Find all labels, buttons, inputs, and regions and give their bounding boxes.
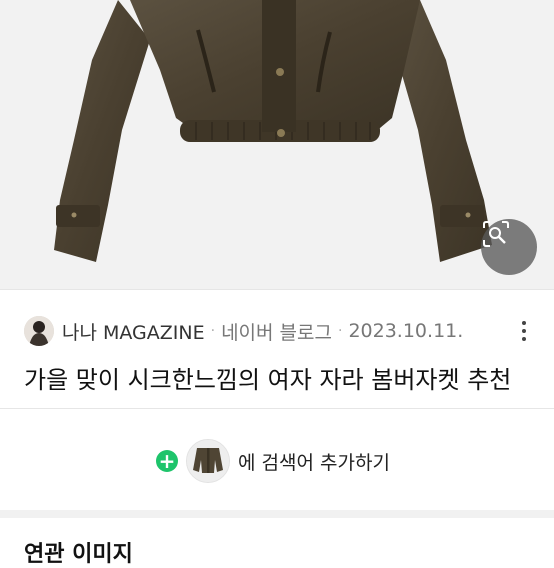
post-date: 2023.10.11.	[348, 320, 464, 342]
source-platform: 네이버 블로그	[221, 321, 332, 344]
source-name[interactable]: 나나 MAGAZINE	[62, 318, 205, 345]
related-images-title: 연관 이미지	[24, 542, 133, 567]
avatar	[24, 316, 54, 346]
separator-dot: ·	[210, 323, 216, 339]
image-search-button[interactable]	[481, 219, 537, 275]
divider	[0, 408, 554, 409]
more-vertical-icon	[522, 321, 526, 325]
separator-dot: ·	[338, 323, 343, 339]
source-row[interactable]: 나나 MAGAZINE · 네이버 블로그 · 2023.10.11.	[24, 315, 534, 347]
add-search-term-button[interactable]: + 에 검색어 추가하기	[156, 438, 390, 484]
hero-image[interactable]	[0, 0, 554, 289]
add-search-label: 에 검색어 추가하기	[238, 451, 390, 474]
plus-icon: +	[156, 450, 178, 472]
section-divider	[0, 510, 554, 518]
jacket-image	[54, 0, 492, 262]
jacket-thumbnail	[186, 439, 230, 483]
divider	[0, 289, 554, 290]
more-options-button[interactable]	[514, 317, 534, 345]
post-title[interactable]: 가을 맞이 시크한느낌의 여자 자라 봄버자켓 추천	[24, 360, 511, 395]
